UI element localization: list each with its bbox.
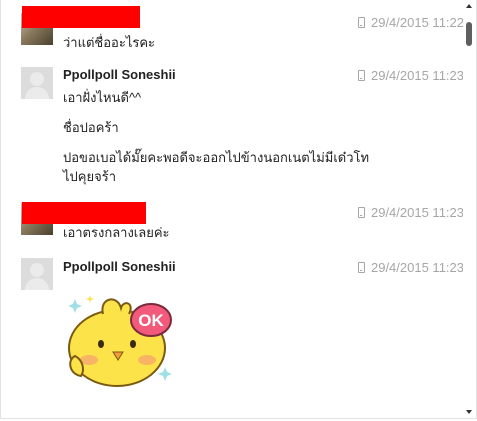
message-timestamp: 29/4/2015 11:23	[357, 260, 464, 275]
sender-name[interactable]: Ppollpoll Soneshii	[63, 259, 176, 274]
redacted-sender-name	[22, 202, 146, 224]
ok-chick-sticker[interactable]: OK	[63, 290, 181, 390]
scroll-up-arrow-icon[interactable]	[466, 4, 472, 8]
mobile-phone-icon	[357, 262, 365, 273]
message-timestamp: 29/4/2015 11:22	[357, 15, 464, 30]
message-text: ไปคุยจร้า	[63, 169, 117, 184]
mobile-phone-icon	[357, 17, 365, 28]
timestamp-text: 29/4/2015 11:23	[370, 205, 464, 220]
message-text: ว่าแต่ชื่ออะไรคะ	[63, 35, 156, 50]
scrollbar[interactable]	[463, 0, 475, 418]
avatar[interactable]	[21, 67, 53, 99]
sparkle-icon	[86, 295, 94, 303]
chat-history-panel: 29/4/2015 11:22 ว่าแต่ชื่ออะไรคะ Ppollpo…	[0, 0, 477, 419]
scroll-down-arrow-icon[interactable]	[466, 410, 472, 414]
ok-badge-text: OK	[138, 311, 164, 330]
chick-tuft	[101, 298, 132, 315]
sender-name[interactable]: Ppollpoll Soneshii	[63, 67, 176, 82]
redacted-sender-name	[22, 6, 140, 28]
timestamp-text: 29/4/2015 11:22	[370, 15, 464, 30]
timestamp-text: 29/4/2015 11:23	[370, 260, 464, 275]
message-text: ชื่อปอคร้า	[63, 120, 119, 135]
avatar-head-shape	[30, 72, 44, 86]
scrollbar-thumb[interactable]	[466, 22, 472, 46]
message-timestamp: 29/4/2015 11:23	[357, 68, 464, 83]
message-timestamp: 29/4/2015 11:23	[357, 205, 464, 220]
sparkle-icon	[158, 367, 172, 381]
message-text: เอาตรงกลางเลยค่ะ	[63, 225, 170, 240]
avatar-head-shape	[30, 263, 44, 277]
timestamp-text: 29/4/2015 11:23	[370, 68, 464, 83]
sparkle-icon	[68, 299, 82, 313]
message-text: ปอขอเบอได้มั๊ยคะพอดีจะออกไปข้างนอกเนตไม่…	[63, 150, 370, 165]
mobile-phone-icon	[357, 70, 365, 81]
avatar[interactable]	[21, 258, 53, 290]
message-text: เอาฝั่งไหนดี^^	[63, 90, 142, 105]
avatar-body-shape	[25, 87, 49, 99]
avatar-body-shape	[25, 278, 49, 290]
mobile-phone-icon	[357, 207, 365, 218]
